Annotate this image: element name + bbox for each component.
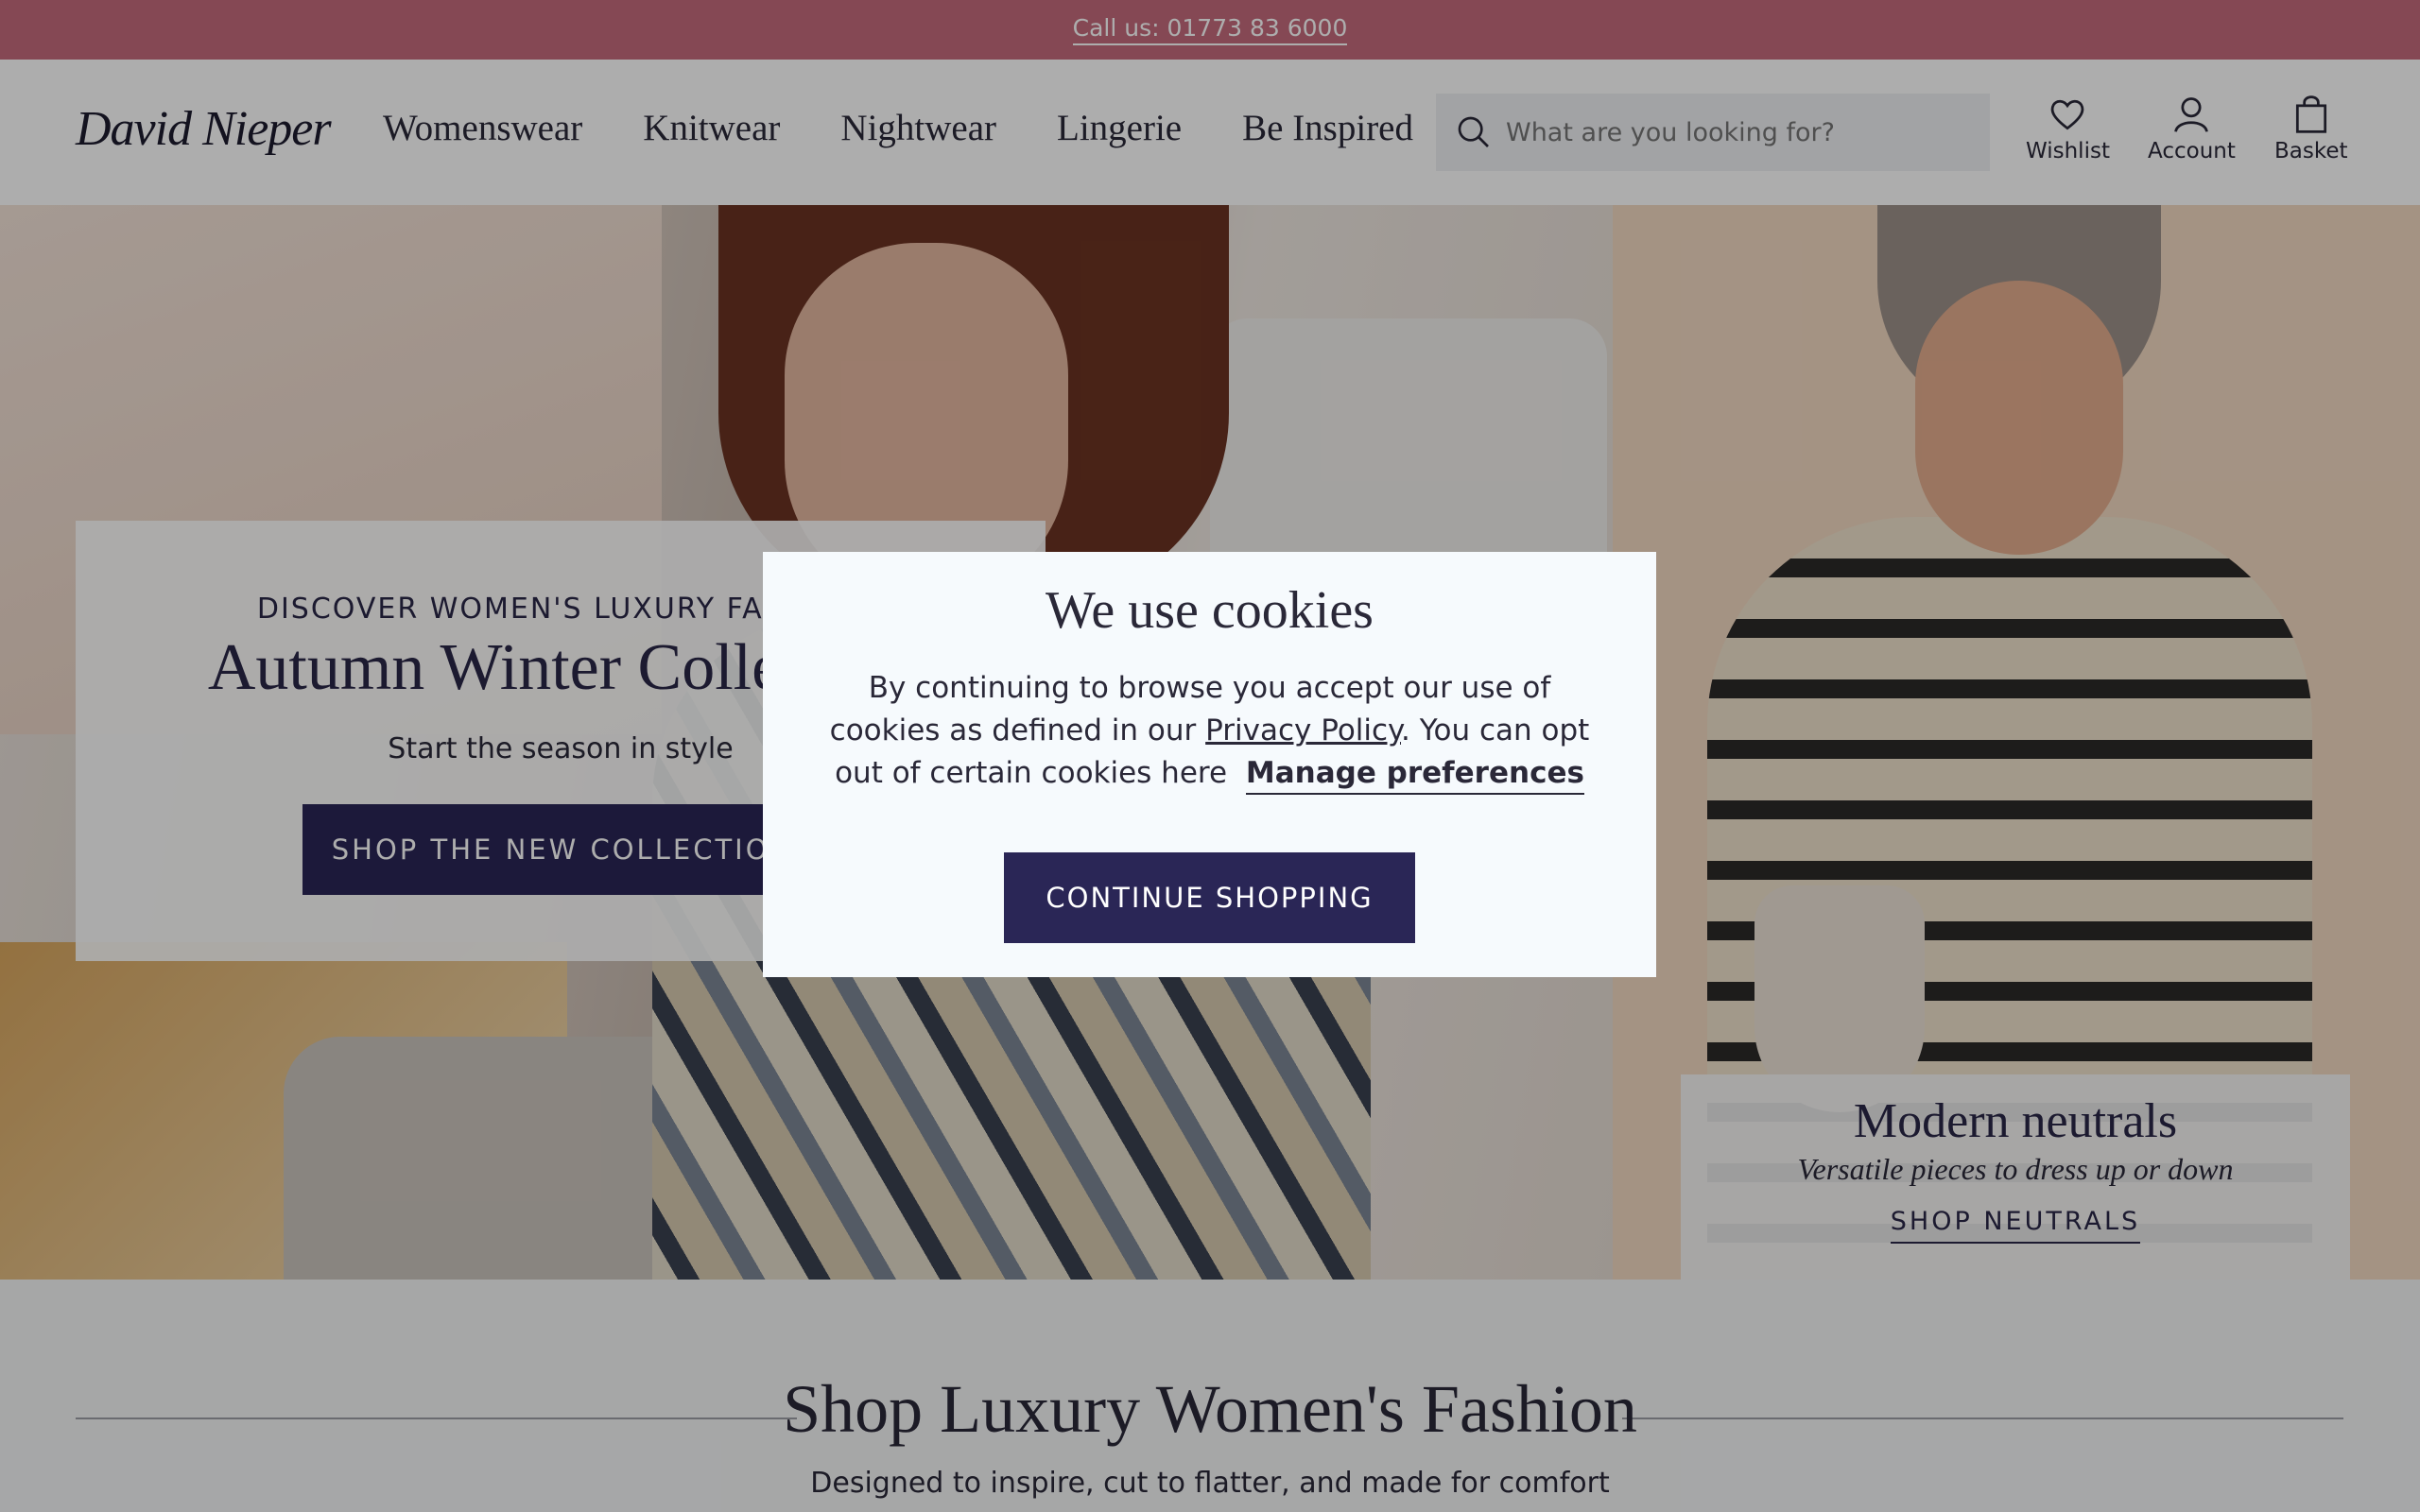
privacy-policy-link[interactable]: Privacy Policy bbox=[1205, 713, 1401, 747]
cookie-text: By continuing to browse you accept our u… bbox=[820, 667, 1599, 795]
manage-preferences-link[interactable]: Manage preferences bbox=[1245, 756, 1584, 795]
continue-shopping-button[interactable]: CONTINUE SHOPPING bbox=[1004, 852, 1415, 943]
cookie-dialog: We use cookies By continuing to browse y… bbox=[763, 552, 1656, 977]
cookie-title: We use cookies bbox=[1046, 581, 1374, 640]
